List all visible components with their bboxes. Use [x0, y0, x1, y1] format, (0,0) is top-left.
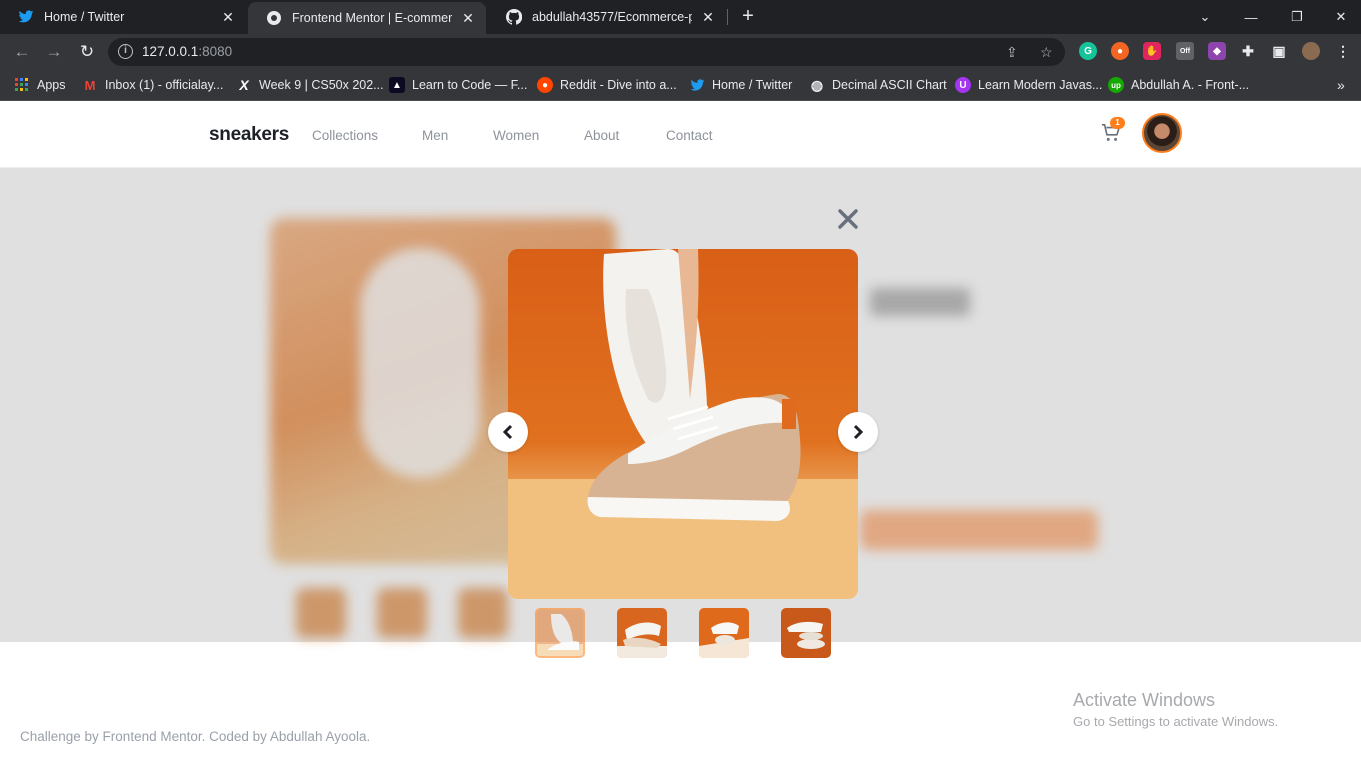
watermark-title: Activate Windows	[1073, 690, 1216, 710]
bookmark-gmail[interactable]: M Inbox (1) - officialay...	[82, 76, 224, 94]
nav-men[interactable]: Men	[422, 128, 448, 143]
nav-women[interactable]: Women	[493, 128, 539, 143]
web-page: sneakers Collections Men Women About Con…	[0, 102, 1361, 766]
lightbox-main-image	[508, 249, 858, 599]
tab-title: abdullah43577/Ecommerce-prod	[532, 10, 692, 24]
reload-icon[interactable]: ↻	[75, 40, 99, 64]
tab-title: Frontend Mentor | E-commerce p	[292, 11, 452, 25]
browser-toolbar: ← → ↻ i 127.0.0.1:8080 ⇪ ☆ G ● ✋ Off ◆ ✚…	[0, 34, 1361, 70]
side-panel-icon[interactable]: ▣	[1270, 42, 1288, 60]
bookmark-label: Inbox (1) - officialay...	[105, 78, 224, 92]
bookmark-label: Abdullah A. - Front-...	[1131, 78, 1250, 92]
bookmark-label: Home / Twitter	[712, 78, 793, 92]
bookmark-label: Learn to Code — F...	[412, 78, 528, 92]
bookmark-ascii-chart[interactable]: ◍ Decimal ASCII Chart	[809, 76, 947, 94]
bookmark-twitter[interactable]: Home / Twitter	[689, 76, 792, 94]
tab-strip: Home / Twitter ✕ Frontend Mentor | E-com…	[0, 0, 1361, 34]
restore-icon[interactable]: ❐	[1274, 0, 1320, 34]
forward-arrow-icon[interactable]: →	[42, 40, 66, 64]
tab-divider	[727, 9, 728, 25]
tab-search-chevron-icon[interactable]: ⌄	[1182, 0, 1228, 34]
bookmark-label: Learn Modern Javas...	[978, 78, 1103, 92]
lightbox-thumbnail-3[interactable]	[699, 608, 749, 658]
bookmarks-bar: Apps M Inbox (1) - officialay... X Week …	[0, 70, 1361, 101]
bookmarks-overflow-icon[interactable]: »	[1337, 76, 1345, 94]
bookmark-apps[interactable]: Apps	[14, 76, 66, 94]
lightbox-thumbnail-1[interactable]	[535, 608, 585, 658]
lightbox-thumbnail-4[interactable]	[781, 608, 831, 658]
twitter-icon	[689, 77, 705, 93]
bookmark-udemy[interactable]: U Learn Modern Javas...	[955, 76, 1102, 94]
new-tab-plus-icon[interactable]: +	[737, 5, 759, 27]
tab-close-icon[interactable]: ✕	[700, 9, 716, 26]
site-info-icon[interactable]: i	[118, 44, 133, 59]
window-close-icon[interactable]: ✕	[1318, 0, 1361, 34]
twitter-icon	[18, 9, 34, 25]
tab-frontend-mentor[interactable]: Frontend Mentor | E-commerce p ✕	[248, 2, 486, 34]
grammarly-icon[interactable]: G	[1079, 42, 1097, 60]
bookmark-reddit[interactable]: ● Reddit - Dive into a...	[537, 76, 677, 94]
freecodecamp-icon: ▲	[389, 77, 405, 93]
extension-purple-icon[interactable]: ◆	[1208, 42, 1226, 60]
site-logo[interactable]: sneakers	[209, 124, 289, 146]
bookmark-freecodecamp[interactable]: ▲ Learn to Code — F...	[389, 76, 527, 94]
tab-close-icon[interactable]: ✕	[220, 9, 236, 26]
lightbox-previous-button[interactable]	[488, 412, 528, 452]
minimize-icon[interactable]: —	[1228, 0, 1274, 34]
bookmark-upwork[interactable]: up Abdullah A. - Front-...	[1108, 76, 1249, 94]
upwork-icon: up	[1108, 77, 1124, 93]
user-avatar[interactable]	[1142, 113, 1182, 153]
udemy-icon: U	[955, 77, 971, 93]
windows-activation-watermark: Activate Windows Go to Settings to activ…	[1073, 690, 1278, 729]
bookmark-cs50[interactable]: X Week 9 | CS50x 202...	[236, 76, 384, 94]
browser-menu-icon[interactable]: ⋮	[1334, 42, 1352, 60]
tab-title: Home / Twitter	[44, 10, 125, 24]
lightbox-next-button[interactable]	[838, 412, 878, 452]
gmail-icon: M	[84, 77, 96, 93]
bookmark-label: Apps	[37, 78, 66, 92]
address-url: 127.0.0.1:8080	[142, 44, 233, 59]
tab-twitter[interactable]: Home / Twitter ✕	[0, 0, 246, 34]
tab-github[interactable]: abdullah43577/Ecommerce-prod ✕	[488, 0, 726, 34]
bookmark-star-icon[interactable]: ☆	[1040, 44, 1053, 61]
bookmark-label: Decimal ASCII Chart	[832, 78, 947, 92]
extension-off-icon[interactable]: Off	[1176, 42, 1194, 60]
chevron-right-icon	[853, 424, 864, 440]
bookmark-label: Reddit - Dive into a...	[560, 78, 677, 92]
nav-collections[interactable]: Collections	[312, 128, 378, 143]
globe-icon: ◍	[810, 76, 824, 93]
apps-grid-icon	[14, 77, 30, 93]
back-arrow-icon[interactable]: ←	[10, 40, 34, 64]
watermark-subtitle: Go to Settings to activate Windows.	[1073, 714, 1279, 729]
reddit-icon: ●	[537, 77, 553, 93]
extension-hand-icon[interactable]: ✋	[1143, 42, 1161, 60]
github-icon	[506, 9, 522, 25]
cart-count-badge: 1	[1110, 117, 1125, 129]
chevron-left-icon	[502, 424, 513, 440]
tab-close-icon[interactable]: ✕	[460, 10, 476, 27]
lightbox-close-icon[interactable]	[836, 207, 860, 231]
bookmark-label: Week 9 | CS50x 202...	[259, 78, 384, 92]
profile-avatar-icon[interactable]	[1302, 42, 1320, 60]
x-icon: X	[239, 77, 249, 93]
footer-credit: Challenge by Frontend Mentor. Coded by A…	[20, 729, 371, 744]
address-bar[interactable]: i 127.0.0.1:8080 ⇪ ☆	[108, 38, 1065, 66]
site-header: sneakers Collections Men Women About Con…	[0, 102, 1361, 168]
extension-orange-icon[interactable]: ●	[1111, 42, 1129, 60]
nav-about[interactable]: About	[584, 128, 619, 143]
extensions-puzzle-icon[interactable]: ✚	[1239, 42, 1257, 60]
share-icon[interactable]: ⇪	[1006, 44, 1018, 61]
lightbox-thumbnail-2[interactable]	[617, 608, 667, 658]
frontend-mentor-icon	[266, 10, 282, 26]
nav-contact[interactable]: Contact	[666, 128, 713, 143]
